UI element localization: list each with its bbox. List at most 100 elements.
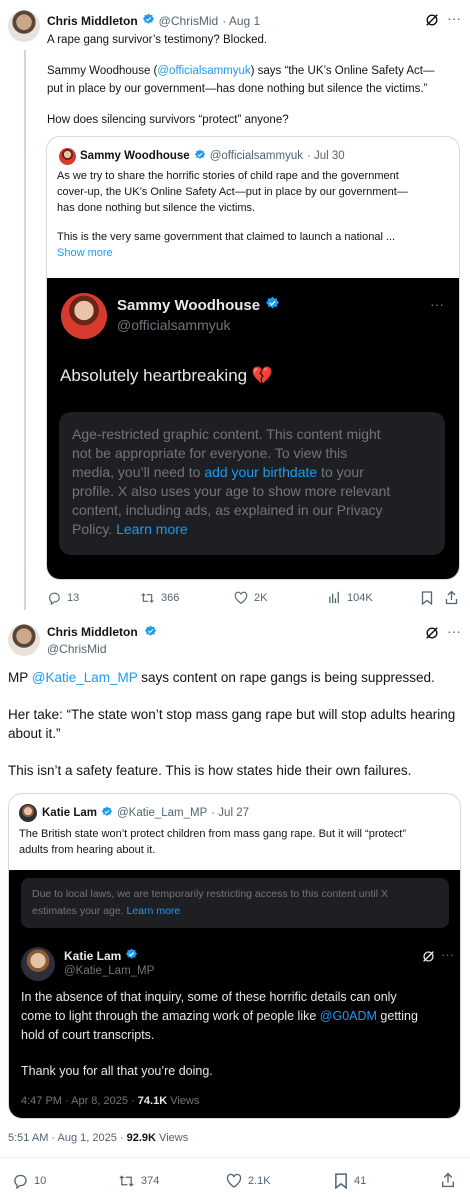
learn-more-link: Learn more xyxy=(116,521,188,537)
mention-link: @G0ADM xyxy=(319,1009,377,1023)
more-options-icon: ··· xyxy=(430,296,444,312)
like-count: 2.1K xyxy=(248,1175,271,1187)
author-name: Sammy Woodhouse xyxy=(117,297,261,314)
author-name[interactable]: Chris Middleton xyxy=(47,14,138,28)
bookmark-icon xyxy=(334,1173,348,1189)
notice-line: profile. X also uses your age to show mo… xyxy=(72,483,391,499)
author-name[interactable]: Chris Middleton xyxy=(47,625,157,641)
repost-icon xyxy=(140,591,155,605)
author-name: Katie Lam xyxy=(42,807,97,819)
tweet-timestamp[interactable]: 5:51 AM · Aug 1, 2025 · 92.9K Views xyxy=(8,1132,188,1144)
repost-button[interactable]: 366 xyxy=(140,591,179,605)
quote-text: The British state won’t protect children… xyxy=(19,826,454,858)
repost-icon xyxy=(118,1173,135,1189)
embedded-image[interactable]: Sammy Woodhouse @officialsammyuk ··· Abs… xyxy=(47,278,459,579)
avatar xyxy=(21,947,55,981)
grok-icon[interactable] xyxy=(425,626,439,640)
tweet-line: about it.” xyxy=(8,726,61,741)
embed-line: come to light through the amazing work o… xyxy=(21,1009,418,1023)
like-count: 2K xyxy=(254,592,268,604)
thread-connector xyxy=(24,50,26,610)
notice-line: estimates your age. Learn more xyxy=(32,905,181,917)
mention-link[interactable]: @Katie_Lam_MP xyxy=(32,670,138,685)
mention-link[interactable]: @officialsammyuk xyxy=(157,65,250,77)
view-count: 92.9K xyxy=(126,1132,156,1144)
view-count: 104K xyxy=(347,591,373,604)
verified-badge-icon xyxy=(194,149,206,164)
verified-badge-icon xyxy=(101,806,113,821)
share-icon[interactable] xyxy=(441,1172,455,1188)
quote-line: As we try to share the horrific stories … xyxy=(57,170,399,182)
quote-line: has done nothing but silence the victims… xyxy=(57,202,256,214)
more-options-icon[interactable]: ··· xyxy=(447,623,461,639)
embed-line: In the absence of that inquiry, some of … xyxy=(21,990,397,1004)
reply-button[interactable]: 10 xyxy=(12,1173,46,1189)
bookmark-button[interactable]: 41 xyxy=(334,1173,366,1189)
share-icon[interactable] xyxy=(445,590,458,605)
tweet-date: · Jul 30 xyxy=(306,150,345,162)
tweet-date[interactable]: · Aug 1 xyxy=(222,14,260,28)
avatar[interactable] xyxy=(8,10,40,42)
embed-view-count: 74.1K xyxy=(137,1095,168,1107)
like-button[interactable]: 2K xyxy=(234,591,267,605)
quote-header: Katie Lam @Katie_Lam_MP · Jul 27 xyxy=(42,804,249,822)
embed-text: Absolutely heartbreaking 💔 xyxy=(60,366,274,385)
notice-line: not be appropriate for everyone. To view… xyxy=(72,445,348,461)
tweet-line: How does silencing survivors “protect” a… xyxy=(47,114,289,126)
quote-line: adults from hearing about it. xyxy=(19,844,156,856)
bookmark-icon[interactable] xyxy=(421,591,433,605)
author-handle[interactable]: @ChrisMid xyxy=(159,14,219,28)
tweet-text: MP @Katie_Lam_MP says content on rape ga… xyxy=(8,668,463,780)
notice-line: Age-restricted graphic content. This con… xyxy=(72,426,381,442)
reply-count: 10 xyxy=(34,1175,47,1187)
author-name: Sammy Woodhouse xyxy=(80,150,190,162)
author-handle: @officialsammyuk xyxy=(209,150,303,162)
like-button[interactable]: 2.1K xyxy=(226,1173,271,1189)
tweet-line: Sammy Woodhouse (@officialsammyuk) says … xyxy=(47,65,435,77)
quoted-tweet[interactable]: Katie Lam @Katie_Lam_MP · Jul 27 The Bri… xyxy=(8,793,461,1119)
author-handle: @officialsammyuk xyxy=(117,317,231,333)
tweet-line: Her take: “The state won’t stop mass gan… xyxy=(8,707,456,722)
embed-line: Thank you for all that you’re doing. xyxy=(21,1064,213,1078)
embed-header: Katie Lam xyxy=(64,948,138,964)
quote-line: The British state won’t protect children… xyxy=(19,828,406,840)
bookmark-count: 41 xyxy=(354,1175,367,1187)
avatar xyxy=(19,804,37,822)
reply-button[interactable]: 13 xyxy=(47,591,79,605)
author-handle[interactable]: @ChrisMid xyxy=(47,642,107,656)
quote-text: As we try to share the horrific stories … xyxy=(57,168,452,261)
verified-badge-icon xyxy=(125,948,138,964)
heart-icon xyxy=(234,591,248,605)
repost-button[interactable]: 374 xyxy=(118,1173,159,1189)
quoted-tweet[interactable]: Sammy Woodhouse @officialsammyuk · Jul 3… xyxy=(46,136,460,580)
avatar xyxy=(61,293,107,339)
analytics-icon xyxy=(328,591,341,604)
author-name: Katie Lam xyxy=(64,949,122,963)
embed-header: Sammy Woodhouse xyxy=(117,296,280,315)
avatar xyxy=(59,148,76,165)
tweet-text: A rape gang survivor’s testimony? Blocke… xyxy=(47,31,462,129)
avatar[interactable] xyxy=(8,624,40,656)
grok-icon xyxy=(422,950,435,963)
show-more-link[interactable]: Show more xyxy=(57,245,452,261)
verified-badge-icon xyxy=(142,13,155,29)
restriction-notice: Due to local laws, we are temporarily re… xyxy=(21,878,449,928)
more-options-icon[interactable]: ··· xyxy=(447,10,461,26)
embedded-image[interactable]: Due to local laws, we are temporarily re… xyxy=(9,870,460,1118)
embed-text: In the absence of that inquiry, some of … xyxy=(21,988,453,1081)
embed-line: hold of court transcripts. xyxy=(21,1028,155,1042)
notice-line: media, you’ll need to add your birthdate… xyxy=(72,464,364,480)
quote-line: This is the very same government that cl… xyxy=(57,231,396,243)
verified-badge-icon xyxy=(265,296,280,315)
verified-badge-icon xyxy=(144,625,157,641)
more-options-icon: ··· xyxy=(441,947,454,962)
repost-count: 374 xyxy=(141,1175,160,1187)
notice-line: Due to local laws, we are temporarily re… xyxy=(32,888,388,900)
heart-icon xyxy=(226,1173,242,1189)
grok-icon[interactable] xyxy=(425,13,439,27)
learn-more-link: Learn more xyxy=(126,905,181,917)
views-button[interactable]: 104K xyxy=(328,591,373,604)
tweet-header: Chris Middleton @ChrisMid · Aug 1 xyxy=(47,12,260,30)
divider xyxy=(0,1157,470,1158)
add-birthdate-link: add your birthdate xyxy=(204,464,318,480)
